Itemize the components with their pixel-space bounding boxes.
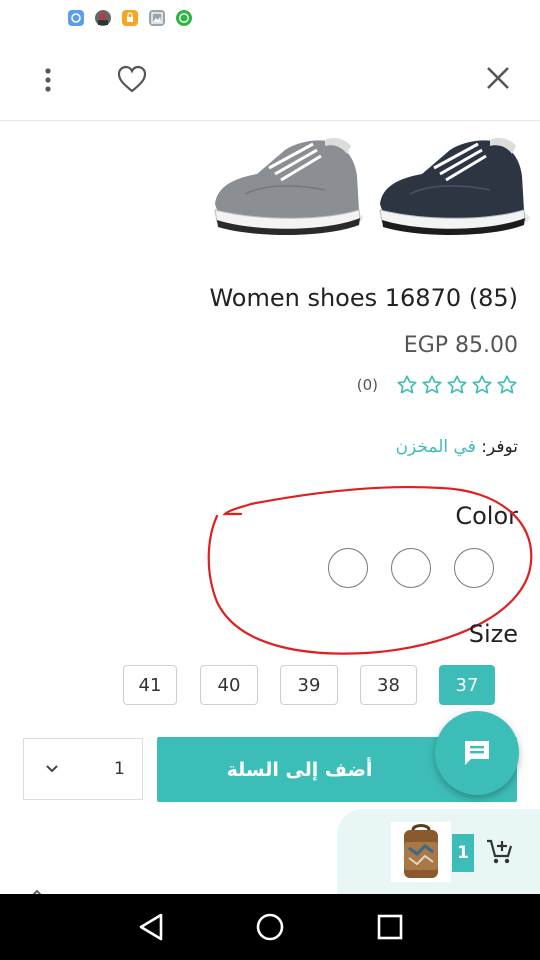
- star-icon[interactable]: [446, 374, 468, 396]
- size-option-39[interactable]: 39: [280, 665, 338, 705]
- more-vert-icon[interactable]: [38, 66, 58, 94]
- whatsapp-notification-icon: [176, 10, 192, 26]
- star-icon[interactable]: [421, 374, 443, 396]
- availability-label: توفر:: [481, 437, 518, 457]
- mini-cart-item-image: [391, 822, 451, 882]
- quantity-value: 1: [114, 759, 125, 779]
- color-swatch[interactable]: [391, 548, 431, 588]
- color-swatch[interactable]: [454, 548, 494, 588]
- image-notification-icon: [149, 10, 165, 26]
- home-icon[interactable]: [253, 910, 287, 944]
- avatar-notification-icon: [95, 10, 111, 26]
- mini-cart[interactable]: 1: [337, 809, 540, 895]
- color-swatch[interactable]: [328, 548, 368, 588]
- close-icon[interactable]: [484, 64, 512, 92]
- product-price: EGP 85.00: [403, 333, 518, 358]
- back-icon[interactable]: [134, 910, 168, 944]
- chevron-up-icon[interactable]: [28, 884, 46, 899]
- size-option-40[interactable]: 40: [200, 665, 258, 705]
- cart-count-badge: 1: [452, 834, 474, 872]
- top-app-bar: [0, 36, 540, 121]
- color-label: Color: [455, 502, 518, 530]
- size-option-41[interactable]: 41: [123, 665, 177, 705]
- heart-icon[interactable]: [116, 64, 148, 94]
- link-notification-icon: [68, 10, 84, 26]
- star-icon[interactable]: [496, 374, 518, 396]
- availability-value: في المخزن: [395, 437, 476, 457]
- add-shopping-cart-icon[interactable]: [485, 837, 513, 865]
- product-title: Women shoes 16870 (85): [209, 284, 518, 312]
- lock-notification-icon: [122, 10, 138, 26]
- navy-shoe-image[interactable]: [372, 124, 540, 248]
- recents-icon[interactable]: [373, 910, 407, 944]
- system-navigation-bar: [0, 894, 540, 960]
- star-icon[interactable]: [396, 374, 418, 396]
- size-option-38[interactable]: 38: [360, 665, 417, 705]
- rating-row[interactable]: (0): [357, 374, 518, 396]
- rating-stars[interactable]: [396, 374, 518, 396]
- availability: توفر: في المخزن: [396, 437, 518, 457]
- star-icon[interactable]: [471, 374, 493, 396]
- chat-icon: [465, 741, 489, 765]
- review-count: (0): [356, 376, 378, 394]
- size-option-37[interactable]: 37: [439, 665, 495, 705]
- size-label: Size: [468, 620, 518, 648]
- quantity-select[interactable]: 1: [23, 738, 143, 800]
- status-bar: [0, 0, 540, 36]
- add-to-cart-label: أضف إلى السلة: [226, 758, 373, 781]
- grey-shoe-image[interactable]: [205, 124, 373, 248]
- chevron-down-icon: [44, 761, 60, 777]
- chat-button[interactable]: [435, 711, 519, 795]
